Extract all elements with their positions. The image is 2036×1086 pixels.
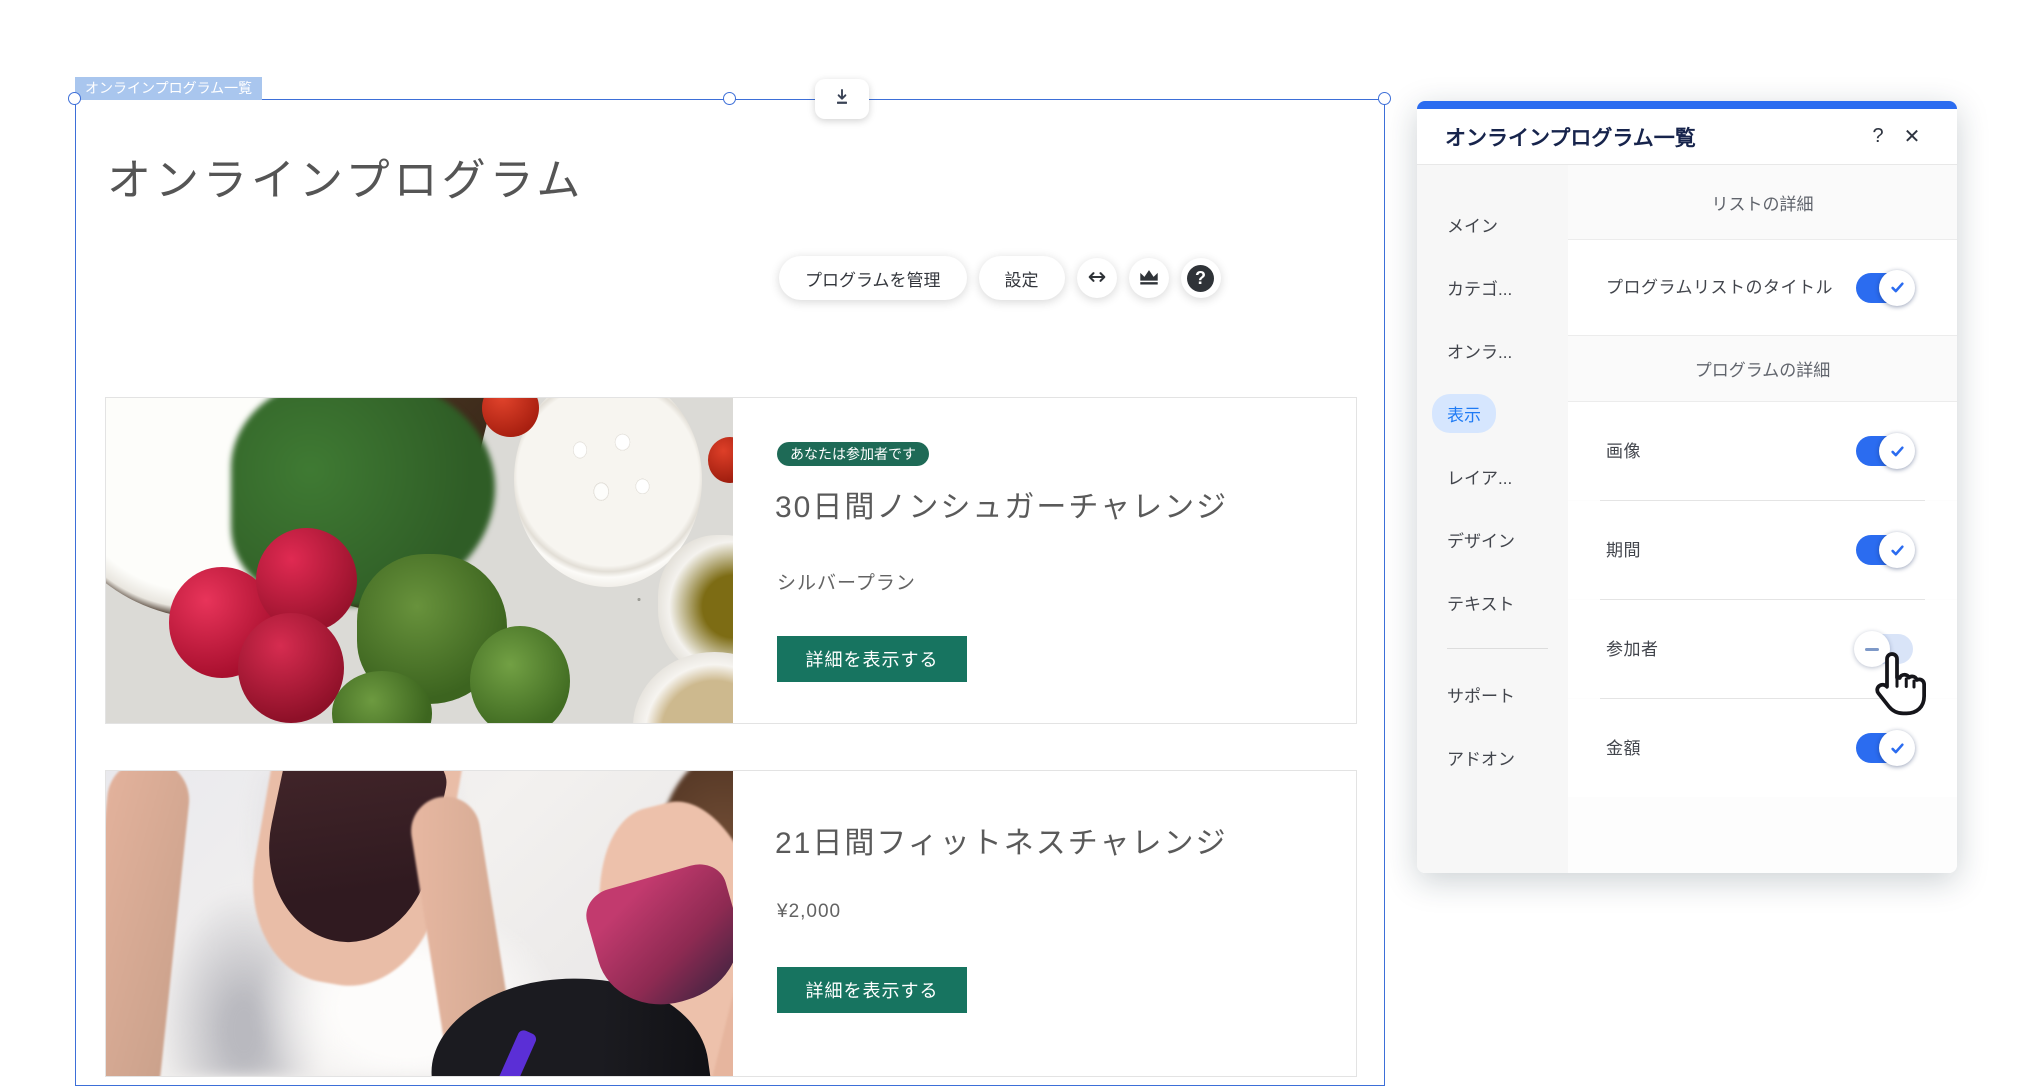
panel-help-button[interactable]: ? xyxy=(1861,120,1895,154)
attach-to-section-handle[interactable] xyxy=(815,79,869,119)
setting-label: 参加者 xyxy=(1606,637,1856,662)
toggle-knob-check-icon xyxy=(1879,730,1915,766)
nav-item-categories[interactable]: カテゴ... xyxy=(1417,256,1568,319)
nav-item-text[interactable]: テキスト xyxy=(1417,571,1568,634)
help-button[interactable]: ? xyxy=(1181,258,1221,298)
setting-label: 期間 xyxy=(1606,538,1856,563)
stretch-button[interactable] xyxy=(1077,258,1117,298)
page-title: オンラインプログラム xyxy=(107,144,584,208)
setting-row-duration: 期間 xyxy=(1568,501,1957,599)
toggle-knob-dash-icon xyxy=(1854,631,1890,667)
settings-button[interactable]: 設定 xyxy=(979,256,1065,300)
selection-label-badge: オンラインプログラム一覧 xyxy=(75,77,262,100)
nav-item-display[interactable]: 表示 xyxy=(1417,382,1568,445)
program-price: ¥2,000 xyxy=(777,901,841,923)
setting-row-price: 金額 xyxy=(1568,699,1957,797)
view-details-button[interactable]: 詳細を表示する xyxy=(777,636,967,682)
setting-label: 画像 xyxy=(1606,439,1856,464)
section-header-list-details: リストの詳細 xyxy=(1568,165,1957,240)
program-card[interactable]: 21日間フィットネスチャレンジ ¥2,000 詳細を表示する xyxy=(105,770,1357,1077)
selected-widget-canvas[interactable]: オンラインプログラム一覧 オンラインプログラム プログラムを管理 設定 ? すべ… xyxy=(75,99,1385,1086)
manage-programs-button[interactable]: プログラムを管理 xyxy=(779,256,967,300)
editor-screen: { "editor": { "selection_badge": "オンラインプ… xyxy=(0,0,2036,1086)
setting-row-image: 画像 xyxy=(1568,402,1957,500)
selection-handle-top-center[interactable] xyxy=(723,92,736,105)
toggle-knob-check-icon xyxy=(1879,532,1915,568)
question-icon: ? xyxy=(1872,125,1883,148)
setting-label: プログラムリストのタイトル xyxy=(1606,275,1856,300)
program-card[interactable]: あなたは参加者です 30日間ノンシュガーチャレンジ シルバープラン 詳細を表示す… xyxy=(105,397,1357,724)
section-header-program-details: プログラムの詳細 xyxy=(1568,335,1957,402)
nav-item-design[interactable]: デザイン xyxy=(1417,508,1568,571)
upgrade-button[interactable] xyxy=(1129,258,1169,298)
program-image-fitness xyxy=(106,771,733,1076)
toggle-image[interactable] xyxy=(1856,436,1913,466)
arrow-down-to-bar-icon xyxy=(832,87,852,112)
panel-accent-bar xyxy=(1417,101,1957,109)
widget-toolbar: プログラムを管理 設定 ? xyxy=(779,256,1221,300)
panel-close-button[interactable]: ✕ xyxy=(1895,120,1929,154)
program-image-healthy-food xyxy=(106,398,733,723)
panel-header: オンラインプログラム一覧 ? ✕ xyxy=(1417,109,1957,165)
nav-item-layout[interactable]: レイア... xyxy=(1417,445,1568,508)
toggle-list-title[interactable] xyxy=(1856,273,1913,303)
selection-handle-top-right[interactable] xyxy=(1378,92,1391,105)
nav-item-addons[interactable]: アドオン xyxy=(1417,726,1568,789)
setting-row-list-title: プログラムリストのタイトル xyxy=(1568,240,1957,335)
stretch-horizontal-icon xyxy=(1086,266,1108,291)
setting-label: 金額 xyxy=(1606,736,1856,761)
program-title: 30日間ノンシュガーチャレンジ xyxy=(775,482,1228,526)
program-plan: シルバープラン xyxy=(777,568,916,595)
setting-row-participants: 参加者 xyxy=(1568,600,1957,698)
toggle-price[interactable] xyxy=(1856,733,1913,763)
help-icon: ? xyxy=(1187,265,1214,292)
toggle-participants[interactable] xyxy=(1856,634,1913,664)
nav-item-support[interactable]: サポート xyxy=(1417,663,1568,726)
close-icon: ✕ xyxy=(1904,124,1921,149)
participant-badge: あなたは参加者です xyxy=(777,442,929,466)
nav-item-main[interactable]: メイン xyxy=(1417,193,1568,256)
view-details-button[interactable]: 詳細を表示する xyxy=(777,967,967,1013)
toggle-knob-check-icon xyxy=(1879,433,1915,469)
toggle-duration[interactable] xyxy=(1856,535,1913,565)
nav-item-online[interactable]: オンラ... xyxy=(1417,319,1568,382)
toggle-knob-check-icon xyxy=(1879,270,1915,306)
selection-handle-top-left[interactable] xyxy=(68,92,81,105)
crown-icon xyxy=(1138,266,1160,291)
panel-title: オンラインプログラム一覧 xyxy=(1445,122,1861,152)
nav-divider xyxy=(1447,648,1548,649)
widget-settings-panel: オンラインプログラム一覧 ? ✕ メイン カテゴ... オンラ... 表示 レイ… xyxy=(1417,101,1957,873)
panel-content: リストの詳細 プログラムリストのタイトル プログラムの詳細 画像 xyxy=(1568,165,1957,873)
program-title: 21日間フィットネスチャレンジ xyxy=(775,818,1227,862)
panel-nav: メイン カテゴ... オンラ... 表示 レイア... デザイン テキスト サポ… xyxy=(1417,165,1568,873)
